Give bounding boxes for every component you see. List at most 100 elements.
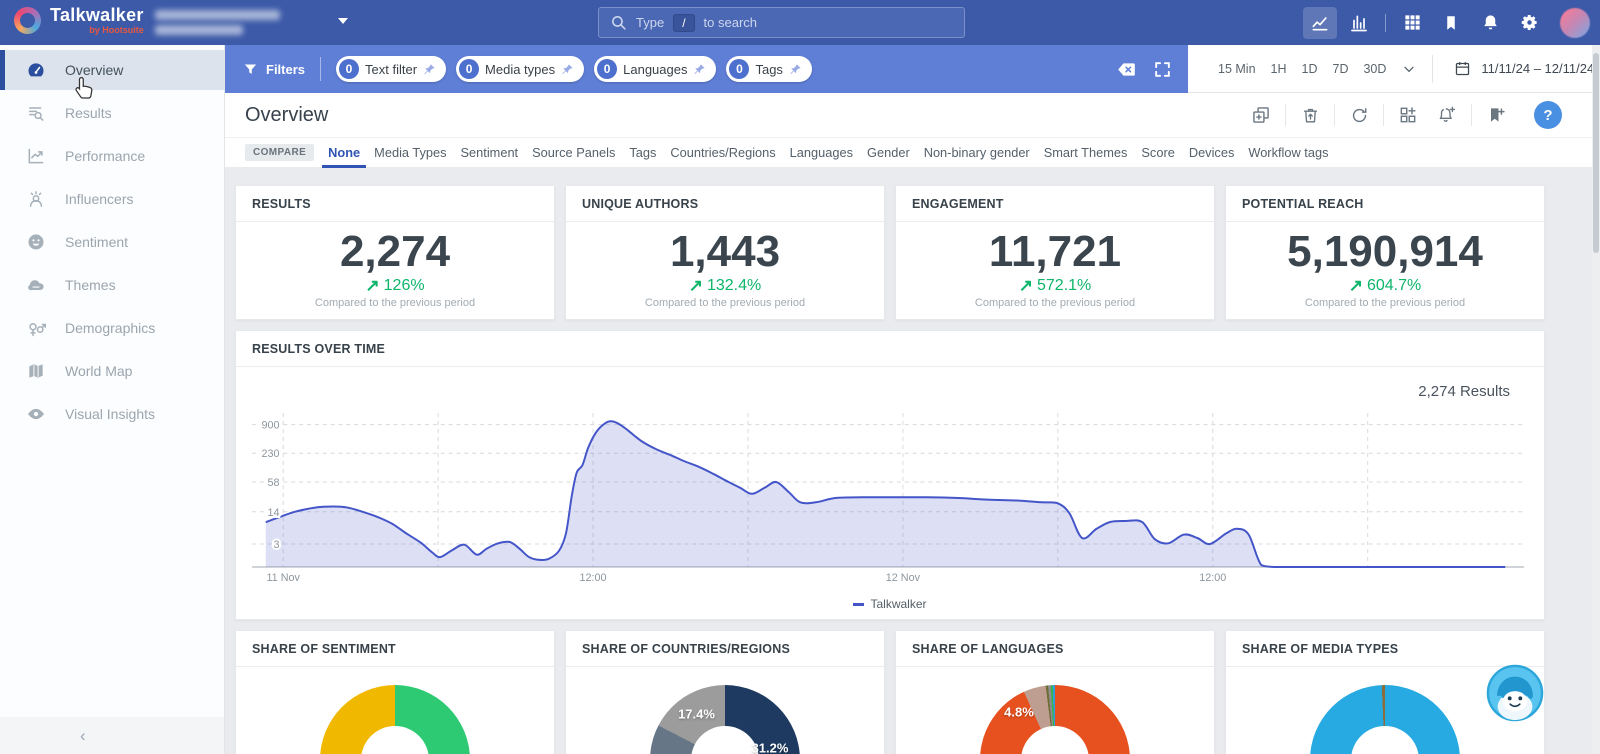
- date-range-picker[interactable]: 11/11/24 – 12/11/24: [1454, 60, 1594, 77]
- chat-assistant-owl-button[interactable]: [1486, 664, 1544, 722]
- kpi-value: 11,721: [988, 227, 1122, 276]
- tab-score[interactable]: Score: [1141, 138, 1174, 168]
- tab-languages[interactable]: Languages: [790, 138, 853, 168]
- kpi-card-engagement: ENGAGEMENT 11,721 ↗ 572.1% Compared to the p…: [895, 185, 1215, 320]
- sidebar-item-demographics[interactable]: Demographics: [0, 308, 224, 348]
- kpi-caption: Compared to the previous period: [644, 297, 806, 309]
- kpi-delta-value: 572.1%: [1036, 277, 1092, 294]
- project-selector[interactable]: [155, 9, 355, 37]
- sidebar-item-label: Influencers: [65, 191, 134, 207]
- chip-label: Media types: [485, 61, 556, 77]
- tab-source-panels[interactable]: Source Panels: [532, 138, 615, 168]
- talkwalker-logo[interactable]: Talkwalker by Hootsuite: [14, 6, 144, 35]
- scrollbar-track[interactable]: [1592, 45, 1600, 754]
- sidebar-collapse-button[interactable]: ‹: [0, 717, 224, 754]
- sidebar-item-visual-insights[interactable]: Visual Insights: [0, 394, 224, 434]
- filter-chip-text-filter[interactable]: 0 Text filter: [336, 56, 447, 82]
- sidebar-item-influencers[interactable]: Influencers: [0, 179, 224, 219]
- trend-up-arrow-icon: ↗: [1348, 276, 1363, 295]
- sidebar-item-results[interactable]: Results: [0, 93, 224, 133]
- tab-non-binary-gender[interactable]: Non-binary gender: [924, 138, 1030, 168]
- share-cards-row: SHARE OF SENTIMENT SHARE OF COUNTRIES/REG…: [235, 630, 1545, 754]
- tab-devices[interactable]: Devices: [1189, 138, 1235, 168]
- tab-sentiment[interactable]: Sentiment: [461, 138, 519, 168]
- svg-text:12:00: 12:00: [580, 572, 607, 584]
- time-preset-7d[interactable]: 7D: [1333, 62, 1349, 76]
- filter-chip-languages[interactable]: 0 Languages: [594, 56, 717, 82]
- donut-slice-label: 31.2%: [751, 740, 789, 754]
- archive-trash-icon[interactable]: [1295, 102, 1325, 128]
- time-preset-30d[interactable]: 30D: [1363, 62, 1386, 76]
- toolbar-divider: [1471, 104, 1472, 126]
- svg-text:3: 3: [274, 539, 280, 551]
- filter-bar: Filters 0 Text filter 0 Media types 0 Languag…: [225, 45, 1600, 93]
- project-name-blurred: [155, 10, 280, 20]
- donut-chart[interactable]: 4.8%: [980, 685, 1130, 754]
- svg-text:58: 58: [268, 477, 280, 489]
- kpi-body: 11,721 ↗ 572.1% Compared to the previous pe…: [896, 222, 1214, 310]
- time-preset-1h[interactable]: 1H: [1271, 62, 1287, 76]
- apps-grid-icon[interactable]: [1395, 7, 1429, 39]
- tab-smart-themes[interactable]: Smart Themes: [1044, 138, 1128, 168]
- kpi-title: UNIQUE AUTHORS: [566, 186, 884, 222]
- tab-none[interactable]: None: [322, 138, 367, 168]
- tab-gender[interactable]: Gender: [867, 138, 910, 168]
- donut-chart[interactable]: [320, 685, 470, 754]
- sidebar-item-sentiment[interactable]: Sentiment: [0, 222, 224, 262]
- duplicate-dashboard-icon[interactable]: [1246, 102, 1276, 128]
- bookmark-icon[interactable]: [1434, 7, 1468, 39]
- tab-workflow-tags[interactable]: Workflow tags: [1248, 138, 1328, 168]
- notifications-bell-icon[interactable]: [1473, 7, 1507, 39]
- filter-chip-media-types[interactable]: 0 Media types: [456, 56, 585, 82]
- compare-tabs: None Media Types Sentiment Source Panels Tag…: [322, 138, 1328, 168]
- svg-text:230: 230: [262, 448, 280, 460]
- legend-label: Talkwalker: [870, 597, 927, 611]
- sidebar-item-themes[interactable]: Themes: [0, 265, 224, 305]
- results-over-time-chart[interactable]: 900 230 58 14 3 11 Nov 12:00 12 Nov 12:00: [252, 409, 1530, 587]
- brand-name: Talkwalker: [50, 5, 144, 25]
- pin-icon[interactable]: [423, 63, 436, 76]
- add-bookmark-icon[interactable]: [1481, 102, 1511, 128]
- smiley-icon: [25, 232, 47, 252]
- time-preset-15min[interactable]: 15 Min: [1218, 62, 1256, 76]
- search-input[interactable]: Type / to search: [598, 7, 965, 38]
- filter-bar-blue: Filters 0 Text filter 0 Media types 0 Languag…: [225, 45, 1188, 93]
- sidebar-item-performance[interactable]: Performance: [0, 136, 224, 176]
- kpi-delta: ↗ 126%: [236, 276, 554, 296]
- filters-button[interactable]: Filters: [243, 62, 305, 77]
- filter-divider: [320, 57, 322, 81]
- add-widget-icon[interactable]: [1393, 102, 1423, 128]
- search-placeholder-suffix: to search: [703, 15, 758, 30]
- clear-filters-icon[interactable]: [1116, 59, 1137, 80]
- scrollbar-thumb[interactable]: [1593, 53, 1599, 253]
- analytics-trend-icon[interactable]: [1303, 6, 1337, 39]
- time-preset-1d[interactable]: 1D: [1302, 62, 1318, 76]
- kpi-value: 5,190,914: [1287, 227, 1483, 276]
- gauge-icon: [25, 60, 47, 80]
- refresh-icon[interactable]: [1344, 102, 1374, 128]
- tab-countries-regions[interactable]: Countries/Regions: [670, 138, 775, 168]
- filter-chip-tags[interactable]: 0 Tags: [726, 56, 812, 82]
- fullscreen-icon[interactable]: [1153, 60, 1172, 79]
- sidebar-item-overview[interactable]: Overview: [0, 50, 224, 90]
- sidebar-item-world-map[interactable]: World Map: [0, 351, 224, 391]
- tab-media-types[interactable]: Media Types: [374, 138, 446, 168]
- project-caret-down-icon[interactable]: [338, 18, 348, 24]
- tab-tags[interactable]: Tags: [629, 138, 656, 168]
- donut-chart[interactable]: 17.4% 31.2%: [650, 685, 800, 754]
- toolbar-divider: [1285, 104, 1286, 126]
- pin-icon[interactable]: [561, 63, 574, 76]
- help-button[interactable]: ?: [1534, 101, 1562, 129]
- svg-text:14: 14: [268, 507, 280, 519]
- pin-icon[interactable]: [789, 63, 802, 76]
- pin-icon[interactable]: [693, 63, 706, 76]
- toolbar-divider: [1383, 104, 1384, 126]
- time-chevron-down-icon[interactable]: [1401, 61, 1417, 77]
- settings-gear-icon[interactable]: [1512, 7, 1546, 39]
- eye-icon: [25, 404, 47, 424]
- kpi-caption: Compared to the previous period: [1304, 297, 1466, 309]
- bar-chart-icon[interactable]: [1342, 7, 1376, 39]
- donut-chart[interactable]: [1310, 685, 1460, 754]
- user-avatar[interactable]: [1560, 7, 1590, 38]
- add-alert-icon[interactable]: [1432, 102, 1462, 128]
